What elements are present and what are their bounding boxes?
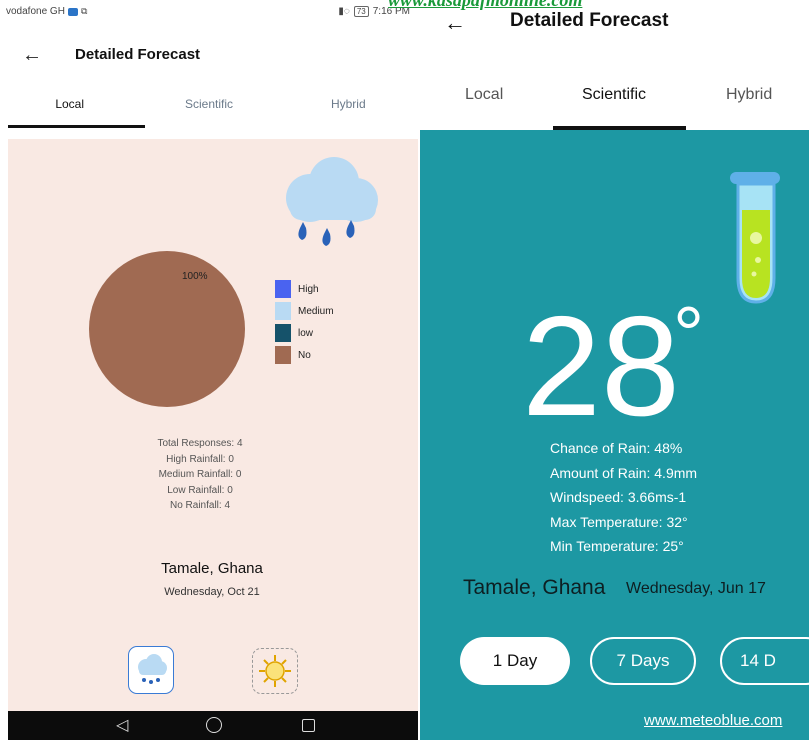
legend-label: low	[298, 327, 314, 339]
sun-view-button[interactable]	[252, 648, 298, 694]
detail-max-temperature: Max Temperature: 32°	[550, 513, 688, 530]
test-tube-icon	[730, 172, 780, 304]
legend-item-no: No	[275, 346, 334, 364]
weather-details-list: Chance of Rain: 48% Amount of Rain: 4.9m…	[550, 436, 790, 552]
stat-low: Low Rainfall: 0	[167, 484, 233, 496]
degree-symbol: °	[673, 290, 705, 378]
battery-icon: 73	[353, 6, 369, 17]
status-bar: vodafone GH ⧉ ▮◌ 73 7:16 PM	[0, 0, 418, 24]
tab-scientific[interactable]: Scientific	[582, 86, 646, 104]
cast-icon: ⧉	[80, 6, 88, 16]
pie-slice-label: 100%	[182, 271, 208, 282]
signal-icon: ▮◌	[338, 6, 350, 17]
legend-label: Medium	[298, 305, 334, 317]
rain-cloud-icon	[286, 157, 378, 246]
rain-cloud-icon	[138, 654, 167, 684]
legend-label: No	[298, 349, 311, 361]
detail-min-temperature: Min Temperature: 25°	[550, 538, 684, 552]
legend-item-low: low	[275, 324, 334, 342]
response-stats: Total Responses: 4 High Rainfall: 0 Medi…	[70, 436, 330, 514]
forecast-date: Wednesday, Jun 17	[626, 580, 766, 597]
temperature-value: 28	[522, 287, 680, 446]
system-nav-bar: ◁	[8, 711, 418, 740]
forecast-date: Wednesday, Oct 21	[164, 586, 260, 598]
tab-local[interactable]: Local	[465, 86, 503, 104]
detail-chance-of-rain: Chance of Rain: 48%	[550, 440, 683, 456]
page-title: Detailed Forecast	[510, 10, 669, 31]
tab-scientific[interactable]: Scientific	[139, 90, 278, 128]
rain-view-button[interactable]	[128, 646, 174, 694]
carrier-name: vodafone GH	[6, 6, 65, 17]
legend-swatch	[275, 280, 291, 298]
legend-swatch	[275, 302, 291, 320]
stat-medium: Medium Rainfall: 0	[158, 469, 242, 480]
back-arrow-icon[interactable]: ←	[444, 10, 466, 36]
legend-swatch	[275, 346, 291, 364]
stat-high: High Rainfall: 0	[166, 453, 234, 465]
nav-recents-icon[interactable]	[302, 719, 315, 732]
tab-hybrid[interactable]: Hybrid	[279, 90, 418, 128]
nav-home-icon[interactable]	[206, 717, 222, 733]
location-name: Tamale, Ghana	[161, 560, 263, 577]
sun-icon	[259, 655, 291, 687]
range-14-days-button[interactable]: 14 D	[720, 637, 809, 685]
tab-bar: Local Scientific Hybrid	[0, 90, 418, 128]
stat-total: Total Responses: 4	[157, 438, 243, 449]
pie-slice-no	[89, 251, 245, 407]
page-title: Detailed Forecast	[75, 46, 201, 63]
legend-label: High	[298, 283, 319, 295]
stat-none: No Rainfall: 4	[169, 500, 231, 511]
nav-back-icon[interactable]: ◁	[116, 715, 128, 735]
notification-icon	[67, 7, 78, 16]
range-1-day-button[interactable]: 1 Day	[460, 637, 570, 685]
tab-indicator	[8, 125, 145, 128]
tab-local[interactable]: Local	[0, 90, 139, 128]
meteoblue-credit-link[interactable]: www.meteoblue.com	[644, 712, 782, 729]
back-arrow-icon[interactable]: ←	[22, 44, 42, 67]
chart-legend: High Medium low No	[275, 280, 334, 368]
detail-windspeed: Windspeed: 3.66ms-1	[550, 489, 687, 505]
local-forecast-screen: vodafone GH ⧉ ▮◌ 73 7:16 PM ← Detailed F…	[0, 0, 418, 740]
legend-item-high: High	[275, 280, 334, 298]
range-7-days-button[interactable]: 7 Days	[590, 637, 696, 685]
tab-hybrid[interactable]: Hybrid	[726, 86, 772, 104]
detail-amount-of-rain: Amount of Rain: 4.9mm	[550, 464, 698, 481]
location-name: Tamale, Ghana	[463, 576, 606, 599]
legend-item-medium: Medium	[275, 302, 334, 320]
legend-swatch	[275, 324, 291, 342]
comparison-screenshot: vodafone GH ⧉ ▮◌ 73 7:16 PM ← Detailed F…	[0, 0, 809, 740]
app-bar: ← Detailed Forecast	[0, 36, 418, 76]
rainfall-pie-chart	[89, 251, 245, 407]
